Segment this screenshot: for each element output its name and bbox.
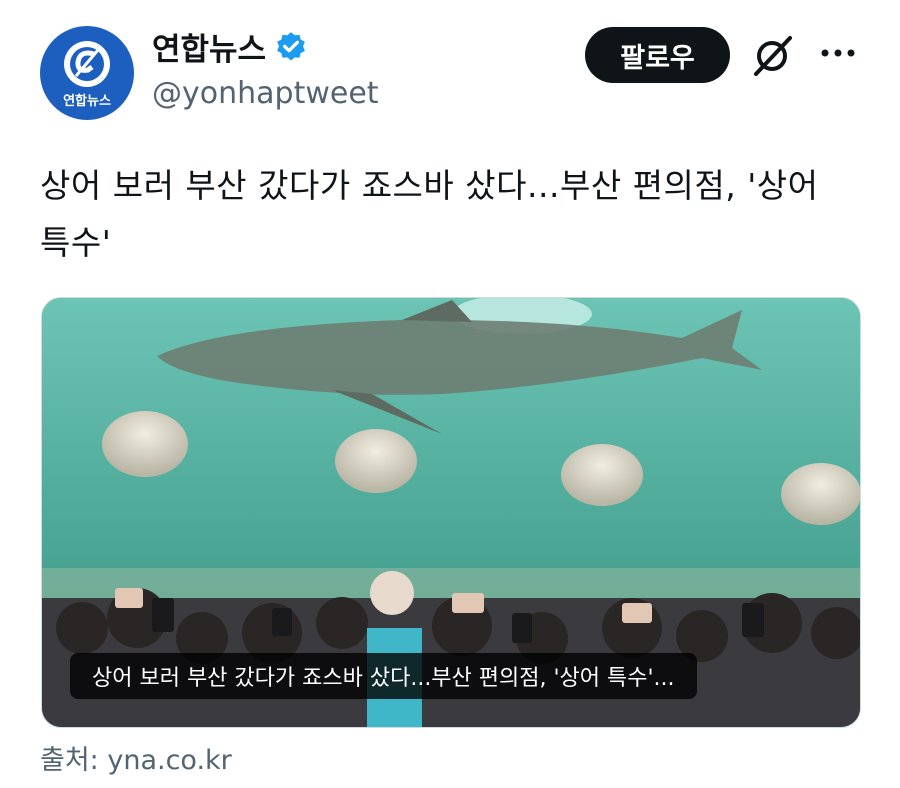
account-handle[interactable]: @yonhaptweet	[152, 76, 379, 111]
more-icon[interactable]	[818, 38, 858, 68]
link-card[interactable]: 상어 보러 부산 갔다가 죠스바 샀다...부산 편의점, '상어 특수'...	[41, 297, 861, 728]
follow-button[interactable]: 팔로우	[585, 27, 730, 83]
account-name-text: 연합뉴스	[152, 32, 267, 68]
card-caption: 상어 보러 부산 갔다가 죠스바 샀다...부산 편의점, '상어 특수'...	[70, 653, 697, 699]
tweet-text: 상어 보러 부산 갔다가 죠스바 샀다...부산 편의점, '상어 특수'	[40, 166, 819, 262]
account-name[interactable]: 연합뉴스	[152, 24, 308, 69]
avatar-label: 연합뉴스	[63, 94, 111, 109]
grok-icon[interactable]	[750, 34, 794, 78]
verified-badge-icon	[277, 31, 305, 60]
avatar[interactable]: 연합뉴스	[40, 26, 134, 120]
card-source[interactable]: 출처: yna.co.kr	[40, 738, 232, 777]
